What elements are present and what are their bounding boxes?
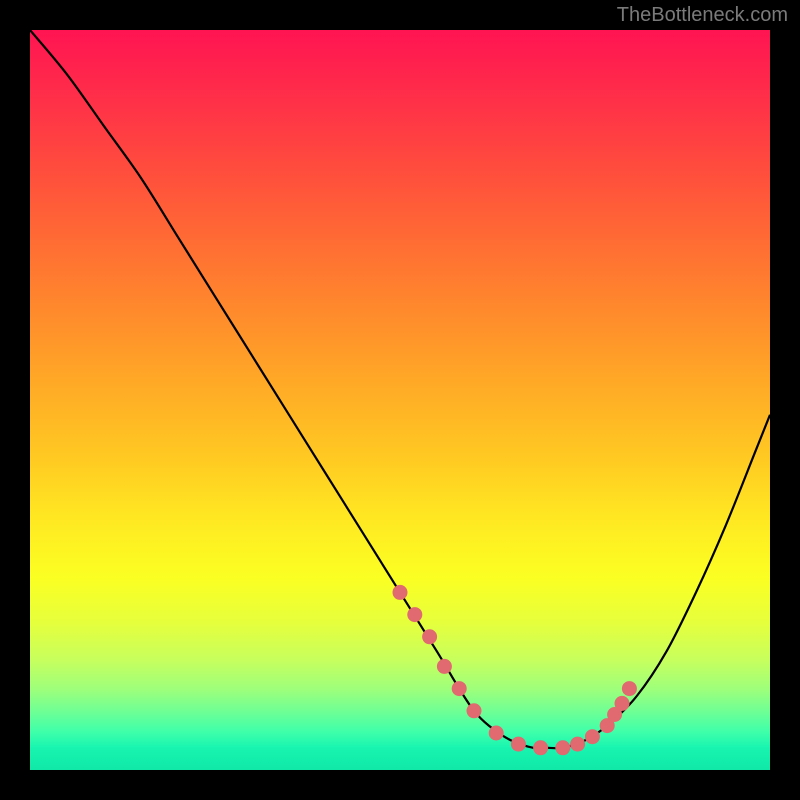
marker-dot <box>511 737 526 752</box>
marker-dot <box>467 703 482 718</box>
marker-dot <box>437 659 452 674</box>
marker-dot <box>585 729 600 744</box>
marker-dot <box>615 696 630 711</box>
marker-dot <box>489 726 504 741</box>
bottleneck-curve-line <box>30 30 770 748</box>
marker-dot <box>452 681 467 696</box>
marker-dot <box>622 681 637 696</box>
marker-dot <box>555 740 570 755</box>
highlighted-markers <box>393 585 637 755</box>
marker-dot <box>393 585 408 600</box>
chart-plot-area <box>30 30 770 770</box>
watermark-text: TheBottleneck.com <box>617 4 788 27</box>
marker-dot <box>422 629 437 644</box>
marker-dot <box>570 737 585 752</box>
marker-dot <box>407 607 422 622</box>
marker-dot <box>533 740 548 755</box>
chart-svg <box>30 30 770 770</box>
